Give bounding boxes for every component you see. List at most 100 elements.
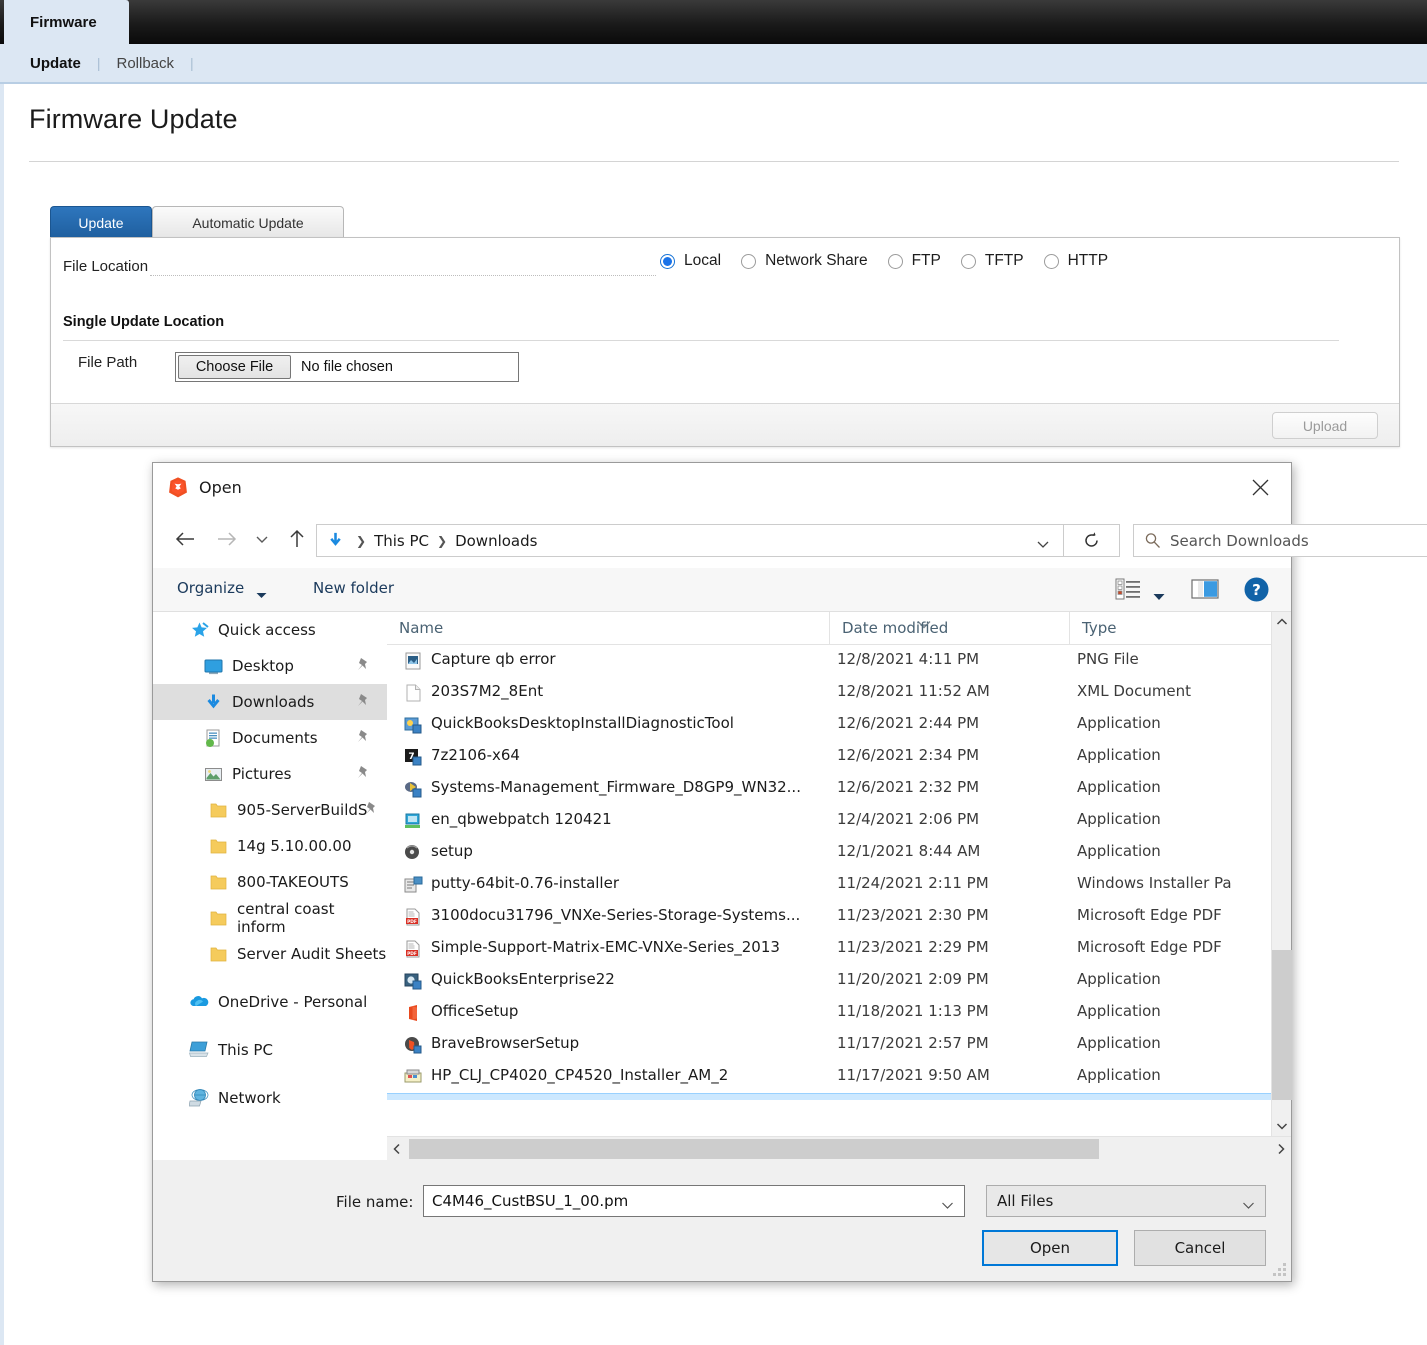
sidebar-footer-blank [153, 1136, 387, 1160]
pin-icon[interactable] [356, 693, 371, 712]
table-row[interactable]: C4M46_CustBSU_1_00.pm 9/8/2016 4:13 AM P… [387, 1093, 1271, 1100]
scroll-left-icon[interactable] [387, 1137, 407, 1161]
folder-icon [208, 944, 228, 964]
subnav-item-update[interactable]: Update [28, 55, 83, 72]
tab-update[interactable]: Update [50, 206, 152, 238]
pin-icon[interactable] [356, 765, 371, 784]
cancel-button[interactable]: Cancel [1134, 1230, 1266, 1266]
choose-file-button[interactable]: Choose File [178, 355, 291, 379]
radio-network-share-input[interactable] [741, 253, 757, 269]
address-chevron-down-icon[interactable] [1036, 534, 1050, 553]
pin-icon[interactable] [356, 657, 371, 676]
column-header-name[interactable]: Name [387, 612, 829, 644]
column-header-type[interactable]: Type [1069, 612, 1271, 644]
up-icon[interactable] [279, 521, 315, 557]
subnav-item-rollback[interactable]: Rollback [114, 55, 176, 72]
open-button-label: Open [1029, 1239, 1071, 1257]
sidebar-item-central-coast-inform[interactable]: central coast inform [153, 900, 387, 936]
back-icon[interactable] [167, 521, 203, 557]
file-type: Application [1077, 1066, 1161, 1084]
table-row[interactable]: PDF 3100docu31796_VNXe-Series-Storage-Sy… [387, 901, 1271, 933]
top-tab-firmware[interactable]: Firmware [4, 0, 129, 44]
scroll-down-icon[interactable] [1272, 1116, 1292, 1136]
sidebar-item-905-serverbuilds[interactable]: 905-ServerBuildS [153, 792, 387, 828]
open-button[interactable]: Open [982, 1230, 1118, 1266]
table-row[interactable]: HP_CLJ_CP4020_CP4520_Installer_AM_2 11/1… [387, 1061, 1271, 1093]
file-location-dotted-rule [150, 275, 656, 276]
close-icon[interactable] [1239, 471, 1281, 503]
new-folder-button[interactable]: New folder [313, 579, 394, 597]
sidebar-label: Quick access [218, 621, 316, 639]
tab-automatic-update[interactable]: Automatic Update [152, 206, 344, 238]
table-row[interactable]: 203S7M2_8Ent 12/8/2021 11:52 AM XML Docu… [387, 677, 1271, 709]
radio-local[interactable]: Local [660, 252, 721, 270]
resize-grip[interactable] [1273, 1263, 1287, 1277]
horizontal-scrollbar[interactable] [387, 1136, 1291, 1160]
refresh-icon[interactable] [1064, 524, 1120, 557]
table-row[interactable]: setup 12/1/2021 8:44 AM Application [387, 837, 1271, 869]
radio-tftp[interactable]: TFTP [960, 252, 1024, 270]
sidebar-item-downloads[interactable]: Downloads [153, 684, 387, 720]
sidebar-item-800-takeouts[interactable]: 800-TAKEOUTS [153, 864, 387, 900]
radio-ftp-input[interactable] [887, 253, 903, 269]
column-header-date-modified[interactable]: Date modified [829, 612, 1069, 644]
preview-pane-icon[interactable] [1191, 577, 1219, 605]
sidebar-item-server-audit-sheets[interactable]: Server Audit Sheets [153, 936, 387, 972]
file-date: 11/20/2021 2:09 PM [837, 970, 989, 988]
file-path-input[interactable]: Choose File No file chosen [175, 352, 519, 382]
breadcrumb-downloads[interactable]: Downloads [455, 532, 537, 550]
radio-local-input[interactable] [660, 253, 675, 269]
sidebar-item-documents[interactable]: Documents [153, 720, 387, 756]
vertical-scrollbar-thumb[interactable] [1272, 950, 1292, 1100]
vertical-scrollbar[interactable] [1271, 612, 1292, 1136]
table-row[interactable]: 7 7z2106-x64 12/6/2021 2:34 PM Applicati… [387, 741, 1271, 773]
address-bar[interactable]: ❯ This PC ❯ Downloads [316, 524, 1064, 557]
table-row[interactable]: Capture qb error 12/8/2021 4:11 PM PNG F… [387, 645, 1271, 677]
file-name: C4M46_CustBSU_1_00.pm [431, 1099, 829, 1100]
pictures-icon [203, 764, 223, 784]
file-name-chevron-down-icon[interactable] [941, 1195, 954, 1214]
pin-icon[interactable] [364, 801, 379, 820]
sidebar-item-pictures[interactable]: Pictures [153, 756, 387, 792]
sidebar-item-this-pc[interactable]: This PC [153, 1032, 387, 1068]
organize-button[interactable]: Organize [177, 579, 244, 597]
search-input[interactable]: Search Downloads [1133, 524, 1427, 557]
help-icon[interactable]: ? [1243, 576, 1270, 607]
file-name-input[interactable]: C4M46_CustBSU_1_00.pm [423, 1185, 965, 1217]
organize-caret-down-icon[interactable] [256, 584, 267, 603]
breadcrumb-sep-0: ❯ [356, 533, 367, 548]
recent-locations-chevron-icon[interactable] [249, 521, 275, 557]
table-row[interactable]: QuickBooksEnterprise22 11/20/2021 2:09 P… [387, 965, 1271, 997]
file-type-filter-select[interactable]: All Files [986, 1185, 1266, 1217]
radio-http-input[interactable] [1043, 253, 1059, 269]
horizontal-scrollbar-thumb[interactable] [409, 1139, 1099, 1159]
breadcrumb-this-pc[interactable]: This PC [374, 532, 429, 550]
radio-http[interactable]: HTTP [1043, 252, 1109, 270]
sidebar-label: 905-ServerBuildS [237, 801, 368, 819]
sidebar-item-quick-access[interactable]: Quick access [153, 612, 387, 648]
file-type-chevron-down-icon[interactable] [1242, 1195, 1255, 1214]
table-row[interactable]: BraveBrowserSetup 11/17/2021 2:57 PM App… [387, 1029, 1271, 1061]
view-caret-down-icon[interactable] [1153, 586, 1165, 605]
radio-network-share-label: Network Share [765, 252, 868, 269]
radio-ftp[interactable]: FTP [887, 252, 941, 270]
radio-tftp-input[interactable] [960, 253, 976, 269]
table-row[interactable]: putty-64bit-0.76-installer 11/24/2021 2:… [387, 869, 1271, 901]
table-row[interactable]: PDF Simple-Support-Matrix-EMC-VNXe-Serie… [387, 933, 1271, 965]
table-row[interactable]: QuickBooksDesktopInstallDiagnosticTool 1… [387, 709, 1271, 741]
list-view-icon[interactable] [1115, 577, 1141, 605]
sidebar-item-onedrive[interactable]: OneDrive - Personal [153, 984, 387, 1020]
table-row[interactable]: en_qbwebpatch 120421 12/4/2021 2:06 PM A… [387, 805, 1271, 837]
radio-http-label: HTTP [1067, 252, 1109, 269]
file-date: 12/8/2021 11:52 AM [837, 682, 990, 700]
pin-icon[interactable] [356, 729, 371, 748]
upload-button[interactable]: Upload [1272, 412, 1378, 439]
scroll-right-icon[interactable] [1271, 1137, 1291, 1161]
sidebar-item-desktop[interactable]: Desktop [153, 648, 387, 684]
scroll-up-icon[interactable] [1272, 612, 1292, 632]
sidebar-item-14g[interactable]: 14g 5.10.00.00 [153, 828, 387, 864]
table-row[interactable]: Systems-Management_Firmware_D8GP9_WN32..… [387, 773, 1271, 805]
table-row[interactable]: OfficeSetup 11/18/2021 1:13 PM Applicati… [387, 997, 1271, 1029]
sidebar-item-network[interactable]: Network [153, 1080, 387, 1116]
radio-network-share[interactable]: Network Share [741, 252, 868, 270]
